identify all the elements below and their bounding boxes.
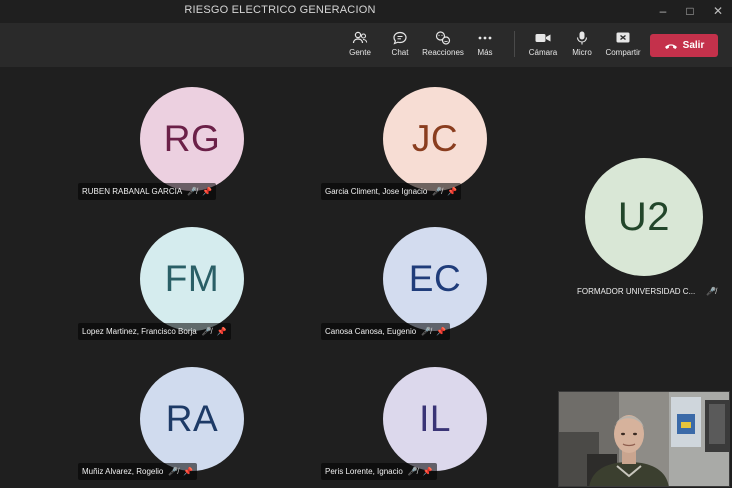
pin-icon[interactable]: 📌 bbox=[423, 467, 433, 476]
participant-name: Garcia Climent, Jose Ignacio bbox=[325, 187, 428, 196]
chat-label: Chat bbox=[391, 48, 409, 57]
avatar: RA bbox=[140, 367, 244, 471]
mic-icon bbox=[576, 31, 588, 45]
toolbar-divider bbox=[514, 31, 515, 57]
participant-nametag: Garcia Climent, Jose Ignacio 🎤̸ 📌 bbox=[321, 183, 462, 200]
chat-button[interactable]: Chat bbox=[385, 31, 415, 65]
more-button[interactable]: Más bbox=[472, 31, 498, 65]
self-video-preview[interactable] bbox=[558, 391, 730, 487]
leave-button[interactable]: Salir bbox=[650, 34, 718, 57]
more-label: Más bbox=[477, 48, 493, 57]
avatar: IL bbox=[383, 367, 487, 471]
share-button[interactable]: Compartir bbox=[603, 31, 643, 65]
minimize-button[interactable]: – bbox=[652, 2, 674, 20]
avatar: U2 bbox=[585, 158, 703, 276]
window-title: RIESGO ELECTRICO GENERACION bbox=[184, 4, 376, 16]
camera-icon bbox=[535, 34, 551, 42]
participant-name: Lopez Martinez, Francisco Borja bbox=[82, 327, 197, 336]
pin-icon[interactable]: 📌 bbox=[447, 187, 457, 196]
participant-name: Canosa Canosa, Eugenio bbox=[325, 327, 417, 336]
pin-icon[interactable]: 📌 bbox=[202, 187, 212, 196]
mic-off-icon: 🎤̸ bbox=[432, 187, 443, 196]
participant-name: Muñiz Alvarez, Rogelio bbox=[82, 467, 164, 476]
people-label: Gente bbox=[349, 48, 371, 57]
avatar: EC bbox=[383, 227, 487, 331]
mic-button[interactable]: Micro bbox=[568, 31, 596, 65]
mic-off-icon: 🎤̸ bbox=[187, 187, 198, 196]
participant-nametag: Muñiz Alvarez, Rogelio 🎤̸ 📌 bbox=[78, 463, 198, 480]
mic-off-icon: 🎤̸ bbox=[201, 327, 212, 336]
share-label: Compartir bbox=[605, 48, 641, 57]
chat-icon bbox=[393, 31, 407, 45]
close-button[interactable]: ✕ bbox=[707, 2, 729, 20]
participant-name: Peris Lorente, Ignacio bbox=[325, 467, 403, 476]
self-video-image bbox=[559, 392, 729, 486]
participant-nametag: Lopez Martinez, Francisco Borja 🎤̸ 📌 bbox=[78, 323, 231, 340]
camera-button[interactable]: Cámara bbox=[526, 31, 560, 65]
reactions-button[interactable]: Reacciones bbox=[421, 31, 465, 65]
participant-nametag: FORMADOR UNIVERSIDAD C... 🎤̸ bbox=[573, 283, 720, 300]
pin-icon[interactable]: 📌 bbox=[217, 327, 227, 336]
participant-name: FORMADOR UNIVERSIDAD C... bbox=[577, 287, 696, 296]
participant-nametag: RUBEN RABANAL GARCIA 🎤̸ 📌 bbox=[78, 183, 217, 200]
mic-off-icon: 🎤̸ bbox=[168, 467, 179, 476]
avatar: RG bbox=[140, 87, 244, 191]
pin-icon[interactable]: 📌 bbox=[436, 327, 446, 336]
title-bar: RIESGO ELECTRICO GENERACION – □ ✕ bbox=[0, 0, 732, 23]
avatar: FM bbox=[140, 227, 244, 331]
mic-off-icon: 🎤̸ bbox=[706, 287, 717, 296]
mic-off-icon: 🎤̸ bbox=[407, 467, 418, 476]
people-button[interactable]: Gente bbox=[345, 31, 375, 65]
camera-label: Cámara bbox=[528, 48, 558, 57]
mic-off-icon: 🎤̸ bbox=[421, 327, 432, 336]
mic-label: Micro bbox=[572, 48, 592, 57]
maximize-button[interactable]: □ bbox=[679, 2, 701, 20]
leave-label: Salir bbox=[682, 40, 705, 51]
participant-nametag: Peris Lorente, Ignacio 🎤̸ 📌 bbox=[321, 463, 437, 480]
pin-icon[interactable]: 📌 bbox=[183, 467, 193, 476]
avatar: JC bbox=[383, 87, 487, 191]
participant-name: RUBEN RABANAL GARCIA bbox=[82, 187, 183, 196]
more-icon bbox=[478, 36, 492, 40]
people-icon bbox=[352, 31, 368, 44]
phone-hangup-icon bbox=[664, 43, 677, 49]
participant-nametag: Canosa Canosa, Eugenio 🎤̸ 📌 bbox=[321, 323, 451, 340]
share-icon bbox=[616, 32, 630, 43]
reactions-icon bbox=[435, 31, 451, 45]
reactions-label: Reacciones bbox=[422, 48, 464, 57]
